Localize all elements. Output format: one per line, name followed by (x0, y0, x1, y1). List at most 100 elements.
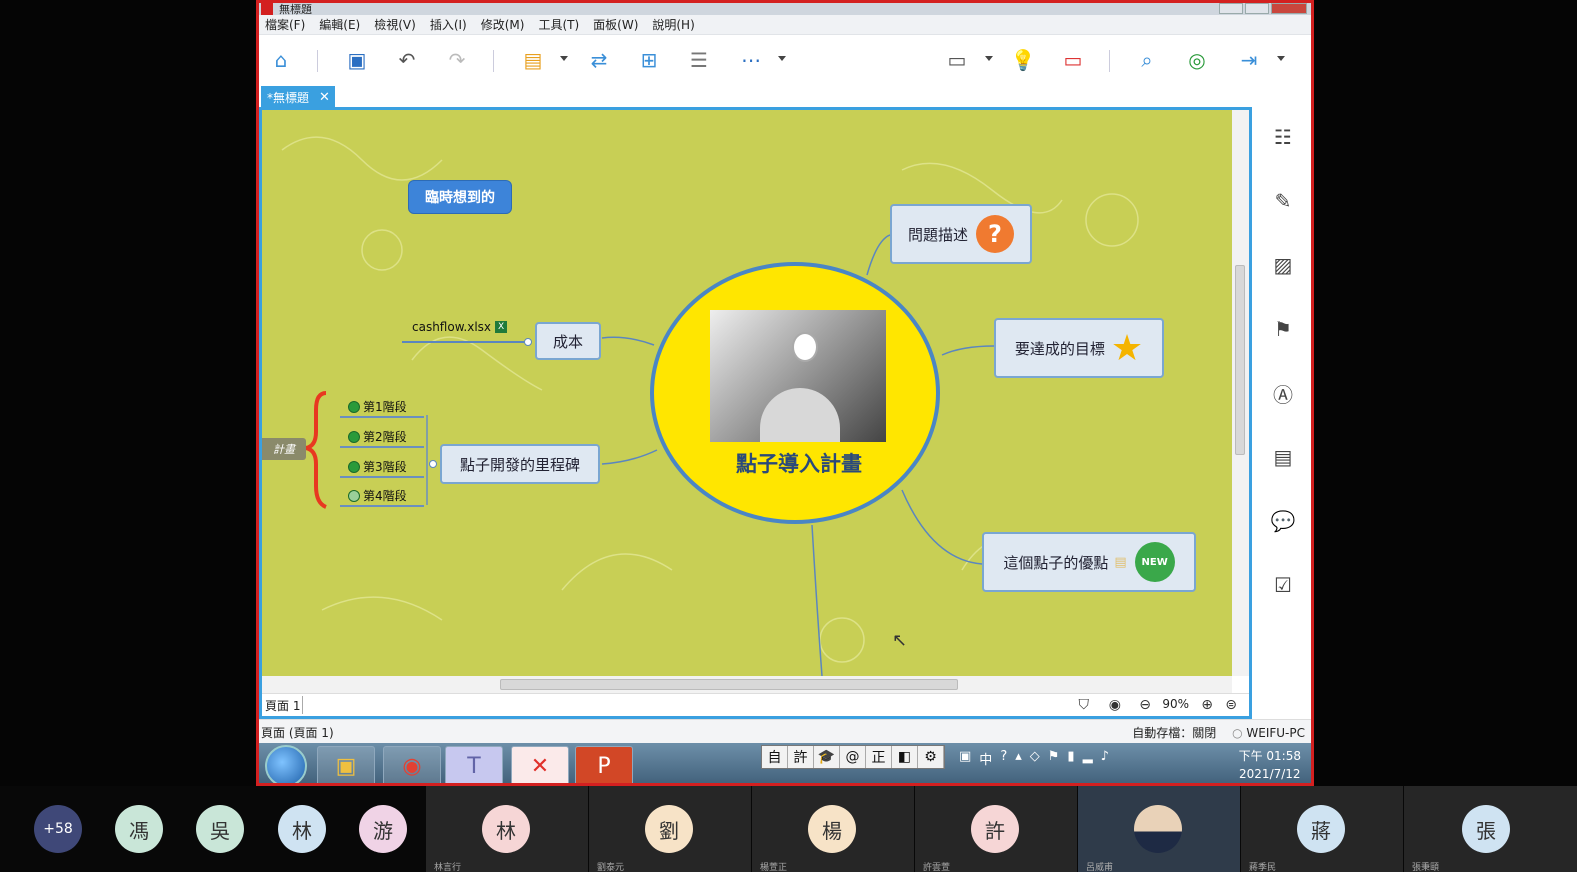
menu-modify[interactable]: 修改(M) (481, 16, 525, 33)
topic-advantage[interactable]: 這個點子的優點 ▤ NEW (982, 532, 1196, 592)
chevron-down-icon[interactable] (778, 56, 786, 61)
ime-button[interactable]: @ (840, 746, 866, 768)
notes-icon[interactable]: ▤ (1269, 443, 1297, 471)
chevron-down-icon[interactable] (560, 56, 568, 61)
ime-button[interactable]: ◧ (892, 746, 918, 768)
eye-icon[interactable]: ◉ (1109, 697, 1121, 713)
home-icon[interactable]: ⌂ (267, 46, 295, 74)
participant-avatar[interactable]: 馮 (115, 805, 163, 853)
boundary-label[interactable]: 計畫 (262, 438, 306, 460)
menu-edit[interactable]: 編輯(E) (319, 16, 360, 33)
floating-topic[interactable]: 臨時想到的 (408, 180, 512, 214)
zoom-in-icon[interactable]: ⊕ (1201, 697, 1213, 713)
menu-panel[interactable]: 面板(W) (593, 16, 638, 33)
menu-help[interactable]: 說明(H) (652, 16, 694, 33)
folder-icon[interactable]: ▣ (317, 746, 375, 783)
participant-tile-active[interactable]: 呂威甫 (1078, 786, 1240, 872)
chevron-down-icon[interactable] (1277, 56, 1285, 61)
page-tab[interactable]: 頁面 1 (265, 697, 300, 714)
participant-avatar[interactable]: 吳 (196, 805, 244, 853)
horizontal-scrollbar[interactable] (262, 676, 1232, 693)
participant-avatar[interactable]: 游 (359, 805, 407, 853)
ime-button[interactable]: ⚙ (918, 746, 944, 768)
ime-button[interactable]: 許 (788, 746, 814, 768)
collapse-handle[interactable] (429, 460, 437, 468)
scroll-thumb[interactable] (1235, 265, 1245, 455)
collapse-handle[interactable] (524, 338, 532, 346)
comment-icon[interactable]: 💬 (1269, 507, 1297, 535)
fit-icon[interactable]: ⊜ (1225, 697, 1237, 713)
start-button[interactable] (265, 745, 307, 783)
teams-icon[interactable]: T (445, 746, 503, 783)
stage-item[interactable]: 第2階段 (348, 428, 407, 445)
lightbulb-icon[interactable]: 💡 (1009, 46, 1037, 74)
vertical-scrollbar[interactable] (1232, 110, 1249, 676)
topic-cost[interactable]: 成本 (535, 322, 601, 360)
undo-icon[interactable]: ↶ (393, 46, 421, 74)
powerpoint-icon[interactable]: P (575, 746, 633, 783)
document-tab[interactable]: *無標題 ✕ (261, 86, 335, 108)
volume-icon[interactable]: ♪ (1101, 749, 1109, 768)
autosave-label[interactable]: 自動存檔：關閉 (1132, 726, 1216, 740)
close-tab-icon[interactable]: ✕ (319, 90, 330, 105)
xmind-icon[interactable]: ✕ (511, 746, 569, 783)
font-icon[interactable]: Ⓐ (1269, 379, 1297, 407)
participant-tile[interactable]: 劉 劉泰元 (589, 786, 751, 872)
ime-button[interactable]: 正 (866, 746, 892, 768)
image-icon[interactable]: ▨ (1269, 251, 1297, 279)
ime-button[interactable]: 🎓 (814, 746, 840, 768)
topic-goal[interactable]: 要達成的目標 ★ (994, 318, 1164, 378)
chevron-up-icon[interactable]: ▴ (1015, 749, 1022, 768)
dropbox-icon[interactable]: ◇ (1030, 749, 1040, 768)
participant-tile[interactable]: 張 張秉頤 (1404, 786, 1577, 872)
participant-tile[interactable]: 蔣 蔣季民 (1241, 786, 1403, 872)
scroll-thumb[interactable] (500, 679, 958, 690)
signal-icon[interactable]: ▂ (1083, 749, 1093, 768)
more-icon[interactable]: ⋯ (737, 46, 765, 74)
menu-tools[interactable]: 工具(T) (538, 16, 579, 33)
minimize-button[interactable] (1219, 3, 1243, 14)
task-icon[interactable]: ☑ (1269, 571, 1297, 599)
central-topic[interactable]: 點子導入計畫 (650, 262, 940, 524)
maximize-button[interactable] (1245, 3, 1269, 14)
topic-milestone[interactable]: 點子開發的里程碑 (440, 444, 600, 484)
outline-panel-icon[interactable]: ☷ (1269, 123, 1297, 151)
help-icon[interactable]: ? (1000, 749, 1007, 768)
stage-item[interactable]: 第1階段 (348, 398, 407, 415)
flag-icon[interactable]: ⚑ (1048, 749, 1060, 768)
stage-item[interactable]: 第4階段 (348, 487, 407, 504)
chrome-icon[interactable]: ◉ (383, 746, 441, 783)
chevron-down-icon[interactable] (985, 56, 993, 61)
export-icon[interactable]: ⇥ (1235, 46, 1263, 74)
filter-icon[interactable]: ⛉ (1079, 697, 1090, 713)
file-link[interactable]: cashflow.xlsx X (412, 320, 508, 334)
search-icon[interactable]: ⌕ (1133, 46, 1161, 74)
structure-icon[interactable]: ⊞ (635, 46, 663, 74)
outline-icon[interactable]: ▭ (1059, 46, 1087, 74)
ime-button[interactable]: 自 (762, 746, 788, 768)
language-icon[interactable]: ▣ (959, 749, 971, 768)
stage-item[interactable]: 第3階段 (348, 458, 407, 475)
participant-avatar[interactable]: 林 (278, 805, 326, 853)
boundary-icon[interactable]: ☰ (685, 46, 713, 74)
participant-tile[interactable]: 林 林言行 (426, 786, 588, 872)
menu-insert[interactable]: 插入(I) (430, 16, 467, 33)
flag-icon[interactable]: ⚑ (1269, 315, 1297, 343)
save-icon[interactable]: ▣ (343, 46, 371, 74)
close-button[interactable] (1271, 3, 1307, 14)
network-icon[interactable]: ▮ (1067, 749, 1074, 768)
topic-problem[interactable]: 問題描述 ? (890, 204, 1032, 264)
ime-mode-icon[interactable]: 中 (979, 749, 992, 768)
redo-icon[interactable]: ↷ (443, 46, 471, 74)
participant-tile[interactable]: 楊 楊萱正 (752, 786, 914, 872)
relationship-icon[interactable]: ⇄ (585, 46, 613, 74)
format-brush-icon[interactable]: ✎ (1269, 187, 1297, 215)
zoom-out-icon[interactable]: ⊖ (1139, 697, 1151, 713)
share-icon[interactable]: ◎ (1183, 46, 1211, 74)
clock[interactable]: 下午 01:58 2021/7/12 (1239, 747, 1301, 783)
menu-view[interactable]: 檢視(V) (374, 16, 416, 33)
topic-icon[interactable]: ▤ (519, 46, 547, 74)
presentation-icon[interactable]: ▭ (943, 46, 971, 74)
participant-tile[interactable]: 許 許雲萱 (915, 786, 1077, 872)
menu-file[interactable]: 檔案(F) (265, 16, 305, 33)
